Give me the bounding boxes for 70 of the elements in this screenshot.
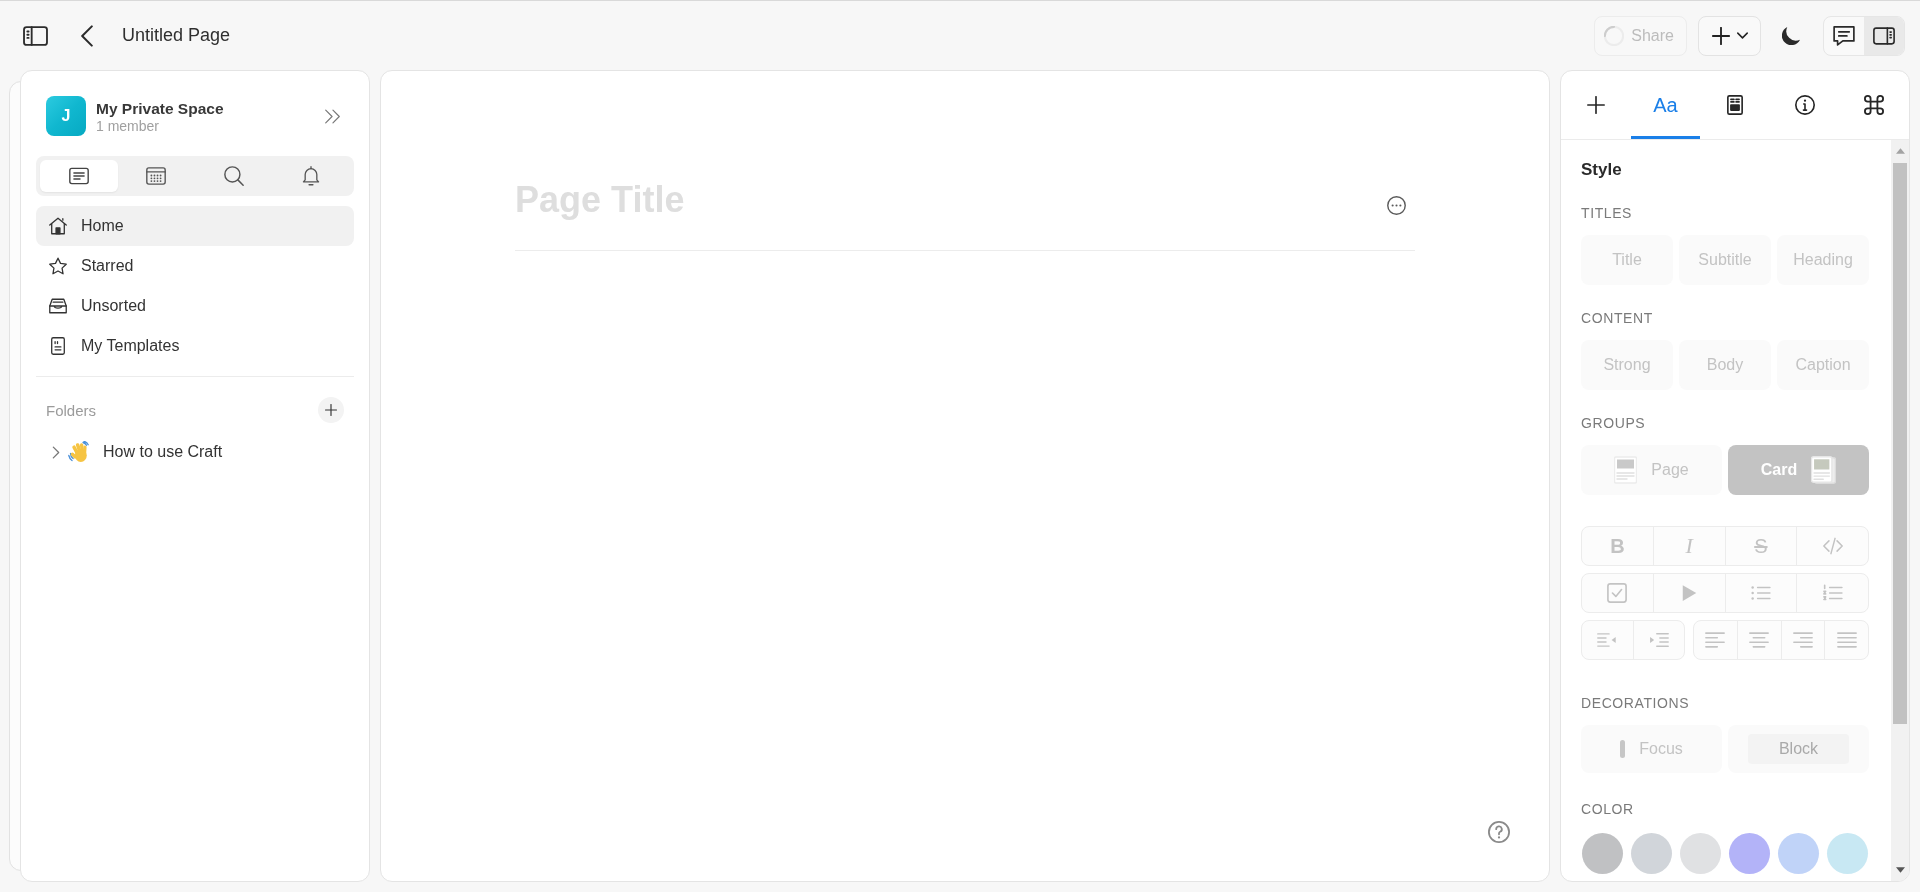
add-button[interactable] [1698, 15, 1761, 56]
moon-icon[interactable] [1782, 26, 1800, 45]
side-panel-icon [1873, 25, 1895, 46]
double-chevron-icon[interactable] [325, 108, 340, 124]
card-thumbnail-icon [1811, 456, 1837, 484]
nav-item[interactable]: Unsorted [36, 286, 354, 326]
search-icon [223, 166, 244, 186]
nav-item[interactable]: Home [36, 206, 354, 246]
color-swatch-icon[interactable] [1582, 833, 1623, 874]
section-label: Folders [46, 401, 97, 419]
play-icon [1680, 584, 1698, 602]
align-left-icon [1705, 630, 1726, 650]
scroll-up-icon[interactable] [1895, 148, 1905, 154]
page-title: Untitled Page [122, 25, 231, 46]
sidebar-toggle-icon[interactable] [23, 25, 48, 46]
member-count: 1 member [96, 117, 161, 134]
section-label: DECORATIONS [1581, 695, 1691, 711]
section-label: CONTENT [1581, 310, 1654, 326]
calendar-icon [146, 166, 167, 186]
add-folder-button[interactable] [318, 397, 344, 423]
card-icon [1725, 95, 1745, 115]
indent-icon [1648, 630, 1669, 650]
caret-icon [1737, 32, 1748, 39]
template-icon [49, 337, 67, 355]
color-swatch-icon[interactable] [1778, 833, 1819, 874]
justify-icon [1836, 630, 1857, 650]
panel-heading: Style [1581, 159, 1623, 181]
panel-toggle-button[interactable] [1864, 16, 1904, 55]
inbox-icon [49, 297, 67, 315]
comment-icon [1833, 25, 1855, 46]
nav-item[interactable]: My Templates [36, 326, 354, 366]
view-tab[interactable] [40, 160, 118, 192]
nav-item[interactable]: Starred [36, 246, 354, 286]
color-swatch-icon[interactable] [1827, 833, 1868, 874]
section-label: COLOR [1581, 801, 1635, 817]
back-icon[interactable] [81, 24, 93, 47]
star-icon [49, 257, 67, 275]
scrollbar[interactable] [1891, 140, 1909, 881]
checkbox-icon [1607, 583, 1628, 603]
page-thumbnail-icon [1614, 456, 1638, 484]
inspector-tab[interactable]: Aa [1630, 71, 1701, 139]
color-swatch-icon[interactable] [1680, 833, 1721, 874]
info-icon [1794, 95, 1815, 115]
bullet-list-icon [1750, 583, 1771, 603]
command-icon [1864, 95, 1885, 115]
home-icon [49, 217, 67, 235]
section-label: GROUPS [1581, 415, 1647, 431]
code-icon [1822, 536, 1843, 556]
color-swatch-icon[interactable] [1631, 833, 1672, 874]
folder-item[interactable]: How to use Craft [36, 434, 354, 470]
color-swatch-icon[interactable] [1729, 833, 1770, 874]
plus-icon [1712, 26, 1730, 45]
section-label: TITLES [1581, 205, 1634, 221]
align-right-icon [1792, 630, 1813, 650]
workspace-name[interactable]: My Private Space [96, 98, 224, 118]
bell-icon [301, 166, 322, 186]
focus-bar-icon [1620, 740, 1626, 758]
chevron-right-icon[interactable] [52, 445, 60, 459]
help-icon[interactable] [1488, 821, 1510, 843]
workspace-avatar: J [46, 96, 86, 136]
scrollbar-thumb[interactable] [1893, 163, 1907, 724]
more-icon[interactable] [1387, 196, 1406, 215]
outdent-icon [1597, 630, 1618, 650]
document-icon [68, 166, 89, 186]
numbered-list-icon [1822, 583, 1843, 603]
plus-icon [325, 404, 337, 416]
plus-icon [1586, 96, 1605, 114]
scroll-down-icon[interactable] [1895, 867, 1905, 873]
waving-hand-icon [68, 441, 90, 463]
align-center-icon [1749, 630, 1770, 650]
